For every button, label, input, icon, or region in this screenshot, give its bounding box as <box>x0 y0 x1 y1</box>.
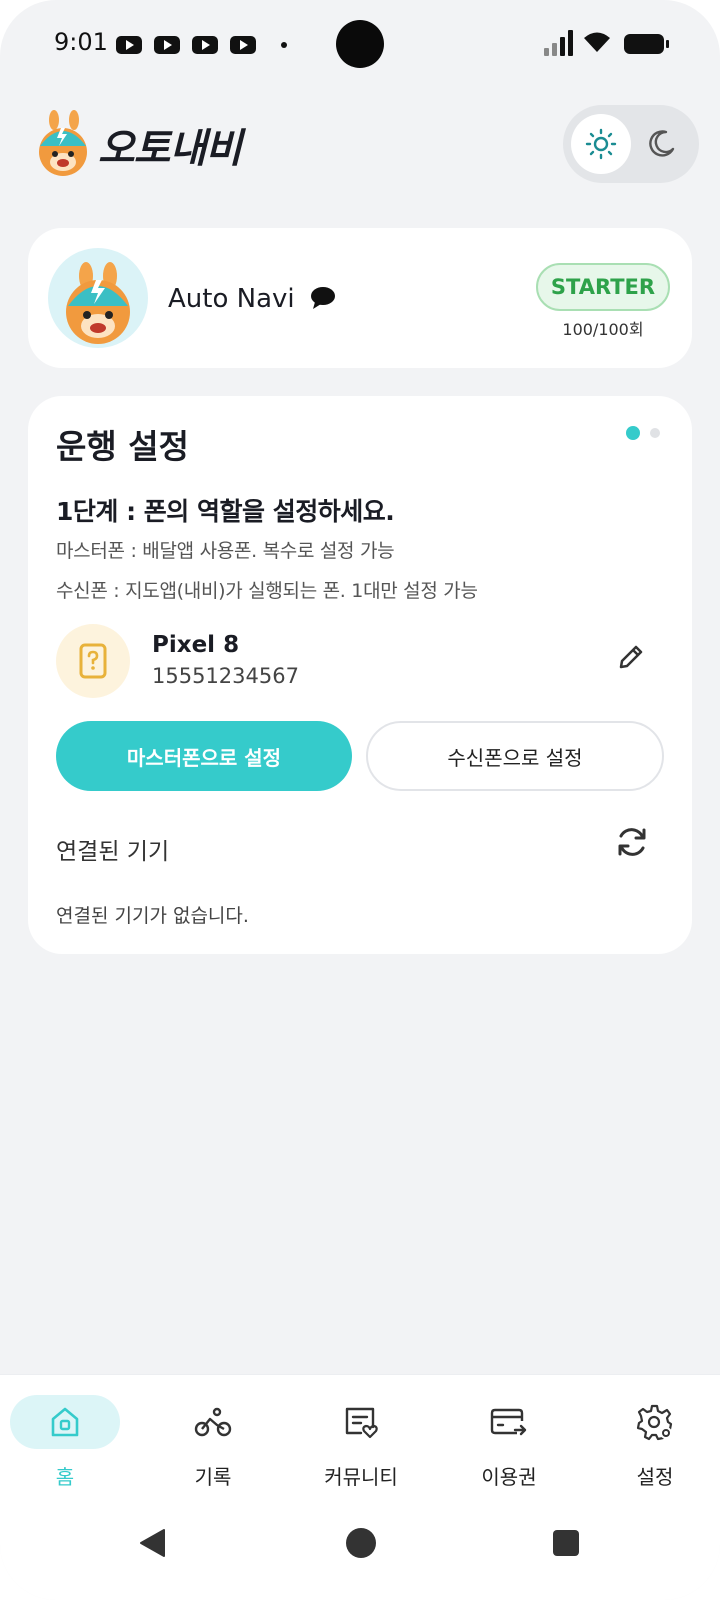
bottom-navigation: 홈 기록 커뮤니티 이용권 설정 <box>0 1374 720 1506</box>
section-title: 운행 설정 <box>56 427 189 466</box>
battery-icon <box>624 34 669 54</box>
dark-mode-button[interactable] <box>631 114 691 174</box>
device-number: 15551234567 <box>152 664 299 688</box>
nav-label-settings: 설정 <box>636 1465 674 1489</box>
set-receiver-phone-button[interactable]: 수신폰으로 설정 <box>366 721 664 791</box>
status-bar: 9:01 <box>0 0 720 90</box>
wifi-icon <box>584 32 610 52</box>
page-dot <box>650 428 660 438</box>
unknown-phone-icon <box>79 643 107 679</box>
nav-label-pass: 이용권 <box>481 1465 537 1489</box>
nav-item-home[interactable]: 홈 <box>10 1395 120 1495</box>
no-connected-devices-text: 연결된 기기가 없습니다. <box>56 905 249 927</box>
step-title: 1단계 : 폰의 역할을 설정하세요. <box>56 497 395 526</box>
drive-settings-card: 운행 설정 1단계 : 폰의 역할을 설정하세요. 마스터폰 : 배달앱 사용폰… <box>28 396 692 954</box>
nav-label-community: 커뮤니티 <box>324 1465 398 1489</box>
nav-item-history[interactable]: 기록 <box>158 1395 268 1495</box>
device-name: Pixel 8 <box>152 632 240 658</box>
nav-label-home: 홈 <box>55 1465 75 1489</box>
youtube-notification-icon <box>230 36 256 54</box>
device-status-icon <box>56 624 130 698</box>
nav-item-pass[interactable]: 이용권 <box>454 1395 564 1495</box>
community-icon <box>345 1407 378 1439</box>
signal-icon <box>544 30 576 56</box>
receiver-description: 수신폰 : 지도앱(내비)가 실행되는 폰. 1대만 설정 가능 <box>56 580 478 602</box>
nav-label-history: 기록 <box>194 1465 232 1489</box>
system-navigation-bar <box>0 1506 720 1600</box>
nav-icon-container <box>454 1395 564 1449</box>
refresh-icon[interactable] <box>614 824 650 860</box>
youtube-notification-icon <box>116 36 142 54</box>
mascot-logo-icon <box>39 110 87 176</box>
mascot-avatar-icon <box>66 262 130 344</box>
nav-item-settings[interactable]: 설정 <box>600 1395 710 1495</box>
plan-usage: 100/100회 <box>562 320 644 339</box>
front-camera <box>336 20 384 68</box>
status-time: 9:01 <box>54 28 108 56</box>
nav-icon-container <box>600 1395 710 1449</box>
recent-apps-button[interactable] <box>553 1530 579 1556</box>
edit-pencil-icon[interactable] <box>616 642 646 672</box>
chat-bubble-icon[interactable] <box>310 286 336 310</box>
profile-name: Auto Navi <box>168 284 295 314</box>
ticket-card-icon <box>490 1408 527 1436</box>
youtube-notification-icon <box>154 36 180 54</box>
connected-devices-title: 연결된 기기 <box>56 839 170 865</box>
plan-badge[interactable]: STARTER <box>536 263 670 311</box>
back-icon[interactable] <box>138 1528 166 1558</box>
set-master-phone-button[interactable]: 마스터폰으로 설정 <box>56 721 352 791</box>
app-logo-text: 오토내비 <box>98 126 242 172</box>
gear-icon <box>636 1404 673 1441</box>
nav-icon-container <box>158 1395 268 1449</box>
page-dot-active <box>626 426 640 440</box>
bike-icon <box>194 1407 232 1437</box>
app-screen: 9:01 오토내비 Auto Navi STARTER 100/100회 운행 … <box>0 0 720 1600</box>
nav-icon-container <box>306 1395 416 1449</box>
nav-icon-container <box>10 1395 120 1449</box>
sun-icon <box>585 128 617 160</box>
theme-toggle[interactable] <box>563 105 699 183</box>
moon-icon <box>649 130 675 157</box>
home-button[interactable] <box>346 1528 376 1558</box>
master-description: 마스터폰 : 배달앱 사용폰. 복수로 설정 가능 <box>56 540 395 562</box>
light-mode-button[interactable] <box>571 114 631 174</box>
home-icon <box>51 1407 79 1437</box>
nav-item-community[interactable]: 커뮤니티 <box>306 1395 416 1495</box>
profile-card: Auto Navi STARTER 100/100회 <box>28 228 692 368</box>
more-notifications-icon <box>281 42 287 48</box>
youtube-notification-icon <box>192 36 218 54</box>
avatar <box>48 248 148 348</box>
